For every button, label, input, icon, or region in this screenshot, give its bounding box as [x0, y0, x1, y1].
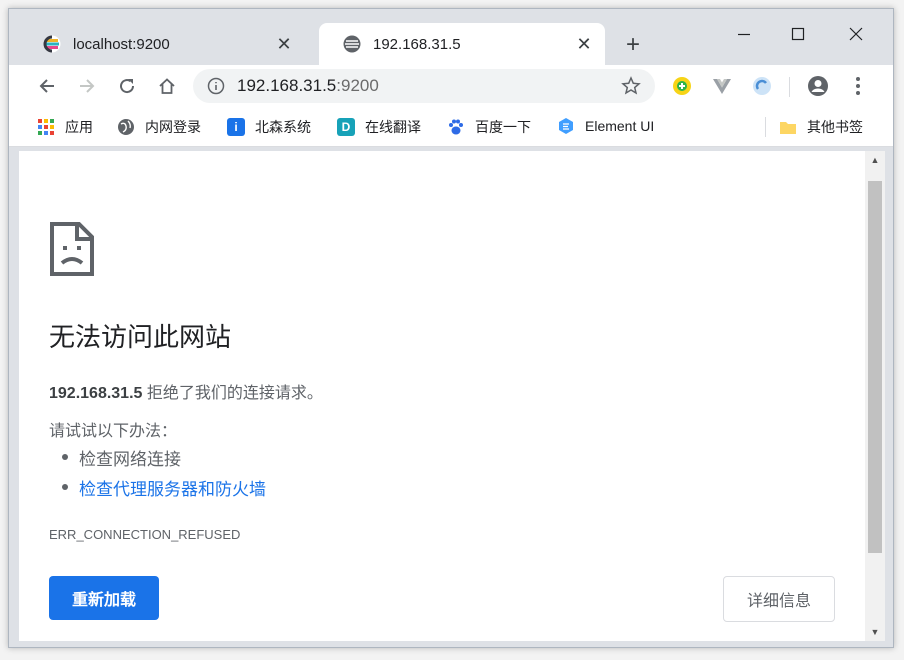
scroll-up-arrow-icon[interactable]: ▲	[865, 155, 885, 165]
reload-icon	[120, 79, 135, 94]
extension-swirl-icon[interactable]	[751, 75, 773, 97]
suggestion-check-network: 检查网络连接	[62, 445, 181, 470]
error-host: 192.168.31.5	[49, 385, 143, 402]
new-tab-button[interactable]: +	[621, 31, 645, 59]
page-content: 无法访问此网站 192.168.31.5 拒绝了我们的连接请求。 请试试以下办法…	[19, 151, 865, 641]
vertical-scrollbar[interactable]: ▲ ▼	[865, 151, 885, 641]
bookmark-label: 北森系统	[255, 119, 311, 135]
forward-arrow-icon	[80, 79, 95, 93]
sad-page-icon	[50, 222, 94, 276]
scrollbar-thumb[interactable]	[868, 181, 882, 553]
reload-page-button[interactable]: 重新加载	[49, 576, 159, 620]
360-extension-icon[interactable]	[671, 75, 693, 97]
elastic-favicon-icon	[343, 35, 361, 53]
url-host: 192.168.31.5	[237, 76, 337, 95]
baidu-paw-icon	[449, 119, 463, 135]
info-icon: i	[227, 118, 245, 136]
browser-window: localhost:9200 ✕ 192.168.31.5 ✕ + 192.16…	[8, 8, 894, 648]
bookmark-label: 其他书签	[807, 119, 863, 135]
reload-button[interactable]	[115, 74, 139, 98]
profile-avatar-icon[interactable]	[807, 75, 829, 97]
url-text[interactable]: 192.168.31.5:9200	[237, 76, 379, 96]
elastic-favicon-icon	[43, 35, 61, 53]
tab-strip: localhost:9200 ✕ 192.168.31.5 ✕ +	[9, 9, 893, 65]
maximize-button[interactable]	[775, 19, 821, 49]
error-description-text: 拒绝了我们的连接请求。	[142, 385, 323, 402]
bookmarks-bar: 应用 内网登录 i 北森系统 D 在线翻译 百度一下 Element UI 其他…	[9, 107, 893, 147]
info-icon[interactable]	[207, 77, 225, 95]
scroll-down-arrow-icon[interactable]: ▼	[865, 627, 885, 637]
bookmark-label: Element UI	[585, 118, 655, 134]
close-tab-icon[interactable]: ✕	[575, 34, 593, 55]
minimize-button[interactable]	[721, 19, 767, 49]
bookmark-intranet-login[interactable]: 内网登录	[117, 117, 201, 137]
bookmark-element-ui[interactable]: Element UI	[557, 117, 654, 135]
vue-devtools-icon[interactable]	[711, 75, 733, 97]
suggestion-check-proxy-link[interactable]: 检查代理服务器和防火墙	[62, 475, 266, 500]
maximize-icon	[791, 27, 805, 41]
bookmark-label: 百度一下	[475, 119, 531, 135]
close-icon	[849, 27, 863, 41]
browser-toolbar: 192.168.31.5:9200	[9, 65, 893, 107]
tab-title: 192.168.31.5	[373, 35, 461, 53]
bookmark-apps[interactable]: 应用	[37, 117, 93, 137]
translate-icon: D	[337, 118, 355, 136]
details-button[interactable]: 详细信息	[723, 576, 835, 622]
bookmark-online-translate[interactable]: D 在线翻译	[337, 117, 421, 137]
home-icon	[159, 78, 175, 94]
try-label: 请试试以下办法：	[49, 423, 178, 440]
toolbar-divider	[789, 77, 790, 97]
error-description: 192.168.31.5 拒绝了我们的连接请求。	[49, 379, 323, 403]
globe-icon	[118, 119, 134, 135]
forward-button[interactable]	[75, 74, 99, 98]
bookmark-baidu[interactable]: 百度一下	[447, 117, 531, 137]
bookmark-label: 在线翻译	[365, 119, 421, 135]
apps-grid-icon	[38, 119, 54, 135]
bookmark-other-folder[interactable]: 其他书签	[779, 117, 863, 137]
error-title: 无法访问此网站	[49, 322, 232, 352]
minimize-icon	[738, 33, 750, 36]
tab-192-168-31-5[interactable]: 192.168.31.5 ✕	[319, 23, 605, 65]
back-button[interactable]	[35, 74, 59, 98]
bookmark-beisen[interactable]: i 北森系统	[227, 117, 311, 137]
close-window-button[interactable]	[833, 19, 879, 49]
tab-title: localhost:9200	[73, 35, 170, 53]
url-port: :9200	[336, 76, 379, 95]
menu-kebab-icon[interactable]	[847, 75, 869, 97]
error-code: ERR_CONNECTION_REFUSED	[49, 527, 241, 542]
address-bar[interactable]: 192.168.31.5:9200	[193, 69, 655, 103]
folder-icon	[780, 122, 796, 134]
back-arrow-icon	[39, 79, 54, 93]
close-tab-icon[interactable]: ✕	[275, 34, 293, 55]
element-hexagon-icon	[559, 118, 573, 134]
tab-localhost[interactable]: localhost:9200 ✕	[19, 23, 305, 65]
home-button[interactable]	[155, 74, 179, 98]
bookmark-label: 应用	[65, 119, 93, 135]
bookmark-star-icon[interactable]	[621, 76, 641, 96]
bookmarks-divider	[765, 117, 766, 137]
bookmark-label: 内网登录	[145, 119, 201, 135]
